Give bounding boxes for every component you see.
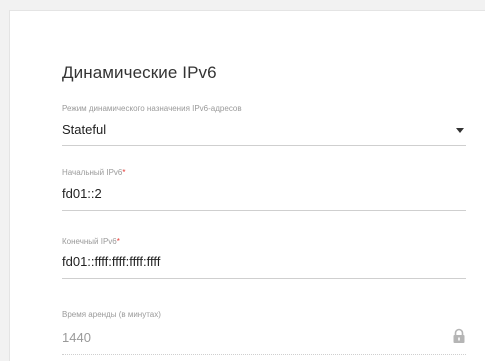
- dynamic-ipv6-card: Динамические IPv6 Режим динамического на…: [9, 10, 485, 361]
- end-ipv6-input[interactable]: fd01::ffff:ffff:ffff:ffff: [62, 254, 160, 269]
- end-ipv6-underline: [62, 278, 466, 279]
- lock-icon: [453, 328, 465, 343]
- lease-time-field: Время аренды (в минутах) 1440: [62, 310, 466, 360]
- required-mark: *: [122, 168, 126, 177]
- mode-value[interactable]: Stateful: [62, 122, 106, 137]
- lease-time-label: Время аренды (в минутах): [62, 310, 161, 319]
- end-ipv6-field[interactable]: Конечный IPv6* fd01::ffff:ffff:ffff:ffff: [62, 237, 466, 287]
- section-title: Динамические IPv6: [62, 63, 217, 82]
- required-mark: *: [116, 237, 120, 246]
- mode-label: Режим динамического назначения IPv6-адре…: [62, 104, 242, 113]
- end-ipv6-label: Конечный IPv6*: [62, 237, 120, 246]
- start-ipv6-underline: [62, 210, 466, 211]
- chevron-down-icon[interactable]: [456, 128, 464, 133]
- lease-time-underline: [62, 354, 466, 355]
- start-ipv6-field[interactable]: Начальный IPv6* fd01::2: [62, 168, 466, 218]
- start-ipv6-input[interactable]: fd01::2: [62, 186, 102, 201]
- mode-select[interactable]: Режим динамического назначения IPv6-адре…: [62, 104, 466, 154]
- lease-time-input: 1440: [62, 330, 91, 345]
- start-ipv6-label: Начальный IPv6*: [62, 168, 126, 177]
- mode-underline: [62, 145, 466, 146]
